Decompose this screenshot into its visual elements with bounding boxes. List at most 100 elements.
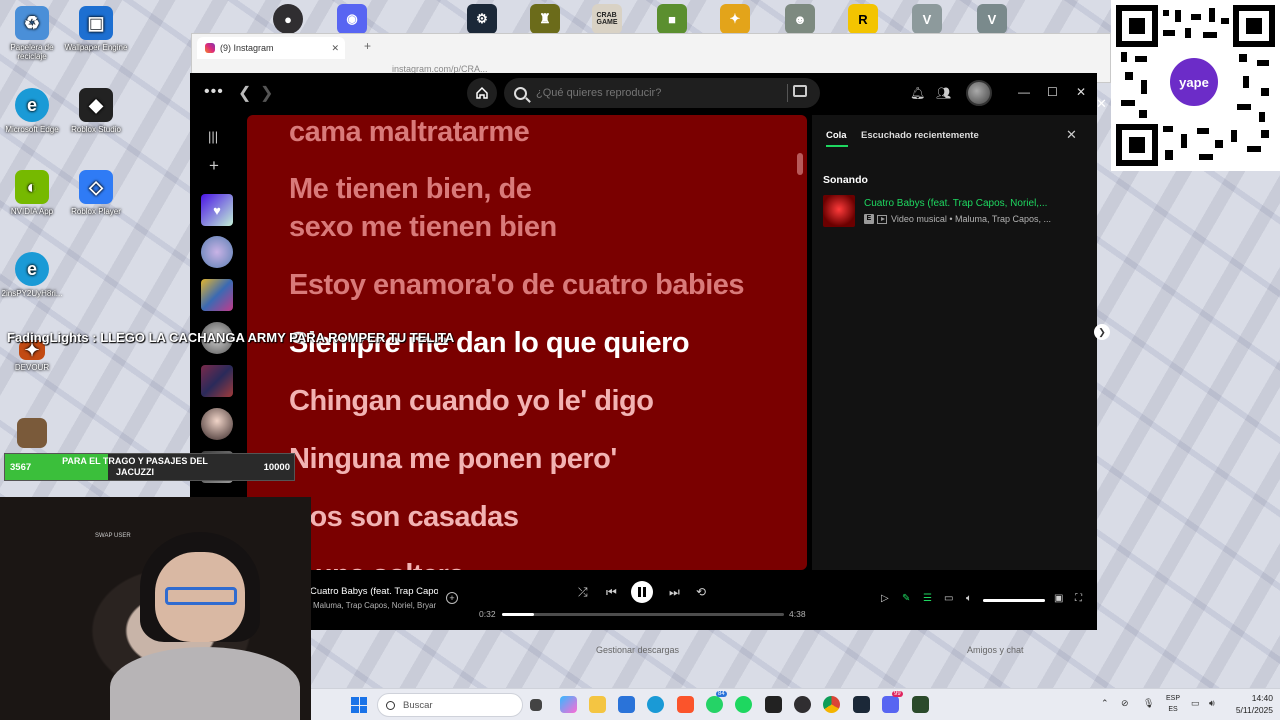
desktop-icon-nvidia[interactable]: ◐ NVIDIA App bbox=[0, 170, 67, 216]
friends-chat-link[interactable]: Amigos y chat bbox=[967, 645, 1024, 655]
create-icon[interactable]: + bbox=[209, 156, 219, 176]
download-app-icon[interactable] bbox=[912, 696, 929, 713]
tab-queue[interactable]: Cola bbox=[826, 130, 848, 147]
counter-strike-icon[interactable]: ✦ bbox=[720, 4, 750, 34]
volume-slider[interactable] bbox=[983, 599, 1045, 602]
lyric-line[interactable]: cama maltratarme bbox=[289, 115, 530, 151]
lyric-line[interactable]: Y una soltera bbox=[289, 556, 465, 570]
library-item-2[interactable] bbox=[201, 279, 233, 311]
library-item-5[interactable] bbox=[201, 408, 233, 440]
player-artist[interactable]: Maluma, Trap Capos, Noriel, Bryant bbox=[313, 601, 436, 610]
add-to-library-icon[interactable]: + bbox=[446, 592, 458, 604]
crab-game-icon[interactable]: CRAB GAME bbox=[592, 4, 622, 34]
progress-bar[interactable] bbox=[502, 613, 784, 616]
browser-tab-instagram[interactable]: (9) Instagram ✕ bbox=[197, 37, 345, 59]
gta-icon-2[interactable]: V bbox=[977, 4, 1007, 34]
copilot-icon[interactable] bbox=[560, 696, 577, 713]
library-icon[interactable]: ||| bbox=[208, 129, 218, 144]
queue-icon[interactable]: ☰ bbox=[923, 593, 932, 604]
rockstar-icon[interactable]: R bbox=[848, 4, 878, 34]
lyric-line[interactable]: Ninguna me ponen pero' bbox=[289, 440, 617, 478]
store-icon[interactable] bbox=[618, 696, 635, 713]
fullscreen-icon[interactable]: ⛶ bbox=[1075, 593, 1082, 604]
desktop-icon-edge-shortcut[interactable]: e 2insPY2UyH8ri... bbox=[0, 252, 67, 298]
edge-taskbar-icon[interactable] bbox=[647, 696, 664, 713]
lyric-line[interactable]: sexo me tienen bien bbox=[289, 208, 557, 246]
notifications-icon[interactable]: 🔔︎ bbox=[910, 86, 925, 100]
game-icon-1[interactable]: ♜ bbox=[530, 4, 560, 34]
volume-icon[interactable]: 🔈︎ bbox=[966, 593, 972, 604]
gta-icon[interactable]: V bbox=[912, 4, 942, 34]
lyric-line[interactable]: Chingan cuando yo le' digo bbox=[289, 382, 654, 420]
task-view-icon[interactable] bbox=[530, 699, 542, 711]
chrome-icon[interactable] bbox=[823, 696, 840, 713]
menu-icon[interactable]: ••• bbox=[204, 83, 224, 101]
pause-button[interactable] bbox=[631, 581, 653, 603]
liked-songs-icon[interactable]: ♥ bbox=[201, 194, 233, 226]
avatar[interactable] bbox=[966, 80, 992, 106]
friend-activity-icon[interactable]: 👥︎ bbox=[936, 86, 951, 100]
whatsapp-icon[interactable] bbox=[706, 696, 723, 713]
spotify-taskbar-icon[interactable] bbox=[735, 696, 752, 713]
language-indicator[interactable]: ESP ES bbox=[1166, 693, 1180, 715]
browse-icon[interactable] bbox=[793, 85, 807, 97]
now-playing-view-icon[interactable]: ▷ bbox=[881, 593, 889, 604]
speaker-icon[interactable]: 🔊︎ bbox=[1209, 698, 1215, 709]
connect-device-icon[interactable]: ▭ bbox=[944, 593, 953, 604]
repeat-icon[interactable]: ⟲ bbox=[696, 585, 706, 599]
forward-icon[interactable]: ❯ bbox=[260, 83, 273, 103]
back-icon[interactable]: ❮ bbox=[238, 83, 251, 103]
desktop-icon-recycle-bin[interactable]: ♻ Papelera de reciclaje bbox=[0, 6, 67, 61]
file-explorer-icon[interactable] bbox=[589, 696, 606, 713]
brave-icon[interactable] bbox=[677, 696, 694, 713]
lyric-line[interactable]: Estoy enamora'o de cuatro babies bbox=[289, 266, 745, 304]
shuffle-icon[interactable]: ⤮ bbox=[578, 585, 588, 600]
lyrics-icon[interactable]: ✎ bbox=[902, 593, 910, 604]
minimize-icon[interactable]: — bbox=[1018, 85, 1030, 99]
terminal-icon[interactable] bbox=[765, 696, 782, 713]
discord-taskbar-icon[interactable] bbox=[882, 696, 899, 713]
desktop-icon-edge[interactable]: e Microsoft Edge bbox=[0, 88, 67, 134]
close-tab-icon[interactable]: ✕ bbox=[331, 43, 339, 54]
close-icon[interactable]: ✕ bbox=[1076, 85, 1086, 99]
discord-icon[interactable]: ◉ bbox=[337, 4, 367, 34]
chevron-right-icon[interactable]: ❯ bbox=[1094, 324, 1110, 340]
network-off-icon[interactable]: ⊘ bbox=[1121, 698, 1129, 709]
mini-player-icon[interactable]: ▣ bbox=[1054, 593, 1063, 604]
queue-track-item[interactable]: Cuatro Babys (feat. Trap Capos, Noriel,.… bbox=[823, 195, 1083, 229]
maximize-icon[interactable]: ☐ bbox=[1047, 85, 1058, 99]
tray-chevron-icon[interactable]: ⌃ bbox=[1101, 698, 1109, 709]
obs-icon[interactable]: ● bbox=[273, 4, 303, 34]
previous-icon[interactable]: ⏮︎ bbox=[606, 585, 617, 600]
home-button[interactable] bbox=[467, 78, 497, 108]
player-track-title[interactable]: Cuatro Babys (feat. Trap Capos, Noriel, … bbox=[310, 586, 438, 597]
lyric-line[interactable]: Me tienen bien, de bbox=[289, 170, 532, 208]
lyric-line[interactable]: Dos son casadas bbox=[289, 498, 519, 536]
lyrics-scrollbar[interactable] bbox=[797, 153, 803, 175]
steam-taskbar-icon[interactable] bbox=[853, 696, 870, 713]
queue-track-title[interactable]: Cuatro Babys (feat. Trap Capos, Noriel,.… bbox=[864, 198, 1047, 209]
search-input[interactable] bbox=[536, 87, 766, 99]
new-tab-button[interactable]: + bbox=[364, 39, 371, 53]
library-item-1[interactable] bbox=[201, 236, 233, 268]
manage-downloads-link[interactable]: Gestionar descargas bbox=[596, 645, 679, 655]
search-bar[interactable] bbox=[504, 78, 820, 108]
taskbar-clock[interactable]: 14:40 5/11/2025 bbox=[1227, 692, 1273, 716]
close-overlay-icon[interactable]: ✕ bbox=[1096, 96, 1107, 112]
display-icon[interactable]: ▭ bbox=[1191, 698, 1200, 709]
alien-game-icon[interactable]: ☻ bbox=[785, 4, 815, 34]
close-queue-icon[interactable]: ✕ bbox=[1066, 127, 1077, 143]
desktop-icon-photo[interactable] bbox=[0, 418, 67, 451]
desktop-icon-roblox-studio[interactable]: ◆ Roblox Studio bbox=[61, 88, 131, 134]
library-item-4[interactable] bbox=[201, 365, 233, 397]
tab-recently-played[interactable]: Escuchado recientemente bbox=[861, 130, 979, 141]
steam-icon[interactable]: ⚙ bbox=[467, 4, 497, 34]
windows-start-icon[interactable] bbox=[351, 697, 367, 713]
next-icon[interactable]: ⏭︎ bbox=[669, 585, 680, 600]
desktop-icon-roblox-player[interactable]: ◇ Roblox Player bbox=[61, 170, 131, 216]
minecraft-icon[interactable]: ■ bbox=[657, 4, 687, 34]
taskbar-search[interactable]: Buscar bbox=[377, 693, 523, 717]
desktop-icon-wallpaper-engine[interactable]: ▣ Wallpaper Engine bbox=[61, 6, 131, 52]
microphone-icon[interactable]: 🎙︎ bbox=[1143, 698, 1154, 709]
obs-taskbar-icon[interactable] bbox=[794, 696, 811, 713]
